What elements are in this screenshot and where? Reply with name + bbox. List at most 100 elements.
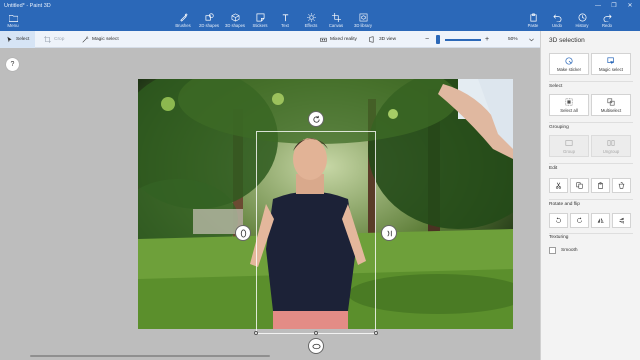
flip-horizontal-button[interactable] bbox=[591, 213, 610, 228]
horizontal-scrollbar[interactable] bbox=[30, 355, 270, 357]
mixed-reality-button[interactable]: Mixed reality bbox=[320, 31, 357, 48]
close-button[interactable]: ✕ bbox=[622, 0, 638, 11]
3d-view-label: 3D view bbox=[379, 37, 397, 42]
redo-button[interactable]: Redo bbox=[594, 13, 620, 30]
tool-label: Undo bbox=[551, 23, 562, 28]
3d-view-icon bbox=[369, 36, 374, 43]
zoom-dropdown-icon[interactable] bbox=[528, 31, 538, 48]
zoom-out-button[interactable]: − bbox=[425, 31, 429, 48]
rotate-z-handle[interactable] bbox=[308, 111, 324, 127]
tool-2d-shapes[interactable]: 2D shapes bbox=[196, 13, 222, 30]
smooth-label: Smooth bbox=[561, 248, 578, 253]
stickers-icon bbox=[256, 13, 264, 22]
tool-label: Redo bbox=[601, 23, 612, 28]
tool-brushes[interactable]: Brushes bbox=[170, 13, 196, 30]
zoom-slider-thumb[interactable] bbox=[436, 35, 440, 44]
zoom-in-button[interactable]: + bbox=[485, 31, 489, 48]
delete-button[interactable] bbox=[612, 178, 631, 193]
group-button[interactable]: Group bbox=[549, 135, 589, 157]
tool-canvas[interactable]: Canvas bbox=[323, 13, 349, 30]
texturing-section-title: Texturing bbox=[549, 235, 569, 240]
effects-icon bbox=[306, 13, 316, 22]
ribbon: Untitled* - Paint 3D — ❐ ✕ Menu Brushes … bbox=[0, 0, 640, 31]
undo-button[interactable]: Undo bbox=[544, 13, 570, 30]
tool-effects[interactable]: Effects bbox=[298, 13, 324, 30]
select-all-icon bbox=[565, 98, 573, 105]
zoom-slider[interactable] bbox=[445, 39, 481, 41]
rotate-right-icon bbox=[577, 217, 582, 223]
paste-icon bbox=[529, 13, 537, 22]
tool-label: Text bbox=[281, 23, 289, 28]
rotate-x-icon bbox=[386, 229, 392, 237]
depth-handle[interactable] bbox=[308, 338, 324, 354]
history-button[interactable]: History bbox=[569, 13, 595, 30]
rotate-section-title: Rotate and flip bbox=[549, 202, 580, 207]
edit-section-title: Edit bbox=[549, 166, 558, 171]
rotate-y-icon bbox=[240, 228, 246, 238]
canvas-icon bbox=[331, 13, 341, 22]
rotate-y-handle[interactable] bbox=[235, 225, 251, 241]
crop-button[interactable]: Crop bbox=[44, 31, 64, 48]
tool-label: Effects bbox=[304, 23, 318, 28]
rotate-right-button[interactable] bbox=[570, 213, 589, 228]
divider bbox=[549, 163, 633, 164]
paste-panel-button[interactable] bbox=[591, 178, 610, 193]
3d-shapes-icon bbox=[231, 13, 239, 22]
ungroup-label: Ungroup bbox=[602, 148, 620, 154]
folder-icon bbox=[8, 14, 18, 22]
tool-label: Canvas bbox=[328, 23, 344, 28]
cut-button[interactable] bbox=[549, 178, 568, 193]
ungroup-button[interactable]: Ungroup bbox=[591, 135, 631, 157]
magic-select-panel-button[interactable]: Magic select bbox=[591, 53, 631, 75]
sticker-icon bbox=[565, 56, 573, 65]
tool-text[interactable]: Text bbox=[272, 13, 298, 30]
mixed-reality-icon bbox=[320, 37, 327, 42]
rotate-x-handle[interactable] bbox=[381, 225, 397, 241]
smooth-checkbox[interactable] bbox=[549, 247, 556, 254]
magic-select-icon bbox=[607, 56, 615, 64]
tool-3d-library[interactable]: 3D library bbox=[350, 13, 376, 30]
trash-icon bbox=[618, 182, 625, 189]
multiselect-label: Multiselect bbox=[600, 107, 622, 113]
paste-button[interactable]: Paste bbox=[520, 13, 546, 30]
help-button[interactable]: ? bbox=[6, 58, 19, 71]
rotate-left-button[interactable] bbox=[549, 213, 568, 228]
minimize-button[interactable]: — bbox=[590, 0, 606, 11]
tool-stickers[interactable]: Stickers bbox=[247, 13, 273, 30]
select-all-button[interactable]: Select all bbox=[549, 94, 589, 116]
make-sticker-button[interactable]: Make sticker bbox=[549, 53, 589, 75]
window-title: Untitled* - Paint 3D bbox=[4, 3, 51, 9]
3d-selection-box[interactable] bbox=[256, 131, 376, 334]
side-panel: 3D selection Make sticker Magic select S… bbox=[540, 31, 640, 360]
scissors-icon bbox=[555, 182, 562, 189]
resize-handle-br[interactable] bbox=[374, 331, 378, 335]
select-tool-button[interactable]: Select bbox=[0, 31, 36, 48]
menu-button[interactable]: Menu bbox=[0, 11, 26, 31]
multiselect-icon bbox=[607, 97, 615, 106]
magic-select-icon bbox=[82, 36, 89, 43]
tool-3d-shapes[interactable]: 3D shapes bbox=[222, 13, 248, 30]
tool-label: History bbox=[575, 23, 589, 28]
magic-select-button[interactable]: Magic select bbox=[82, 31, 119, 48]
maximize-button[interactable]: ❐ bbox=[606, 0, 622, 11]
3d-view-button[interactable]: 3D view bbox=[369, 31, 396, 48]
tool-label: Brushes bbox=[175, 23, 191, 28]
select-all-label: Select all bbox=[560, 107, 578, 113]
flip-vertical-icon bbox=[619, 217, 624, 224]
history-icon bbox=[578, 13, 586, 22]
undo-icon bbox=[552, 14, 561, 22]
brush-icon bbox=[179, 13, 188, 22]
crop-icon bbox=[44, 36, 51, 43]
panel-title: 3D selection bbox=[549, 37, 585, 44]
flip-vertical-button[interactable] bbox=[612, 213, 631, 228]
magic-select-label: Magic select bbox=[92, 37, 119, 42]
multiselect-button[interactable]: Multiselect bbox=[591, 94, 631, 116]
copy-button[interactable] bbox=[570, 178, 589, 193]
divider bbox=[549, 81, 633, 82]
group-label: Group bbox=[563, 148, 575, 154]
resize-handle-bottom[interactable] bbox=[314, 331, 318, 335]
resize-handle-bl[interactable] bbox=[254, 331, 258, 335]
grouping-section-title: Grouping bbox=[549, 125, 569, 130]
group-icon bbox=[565, 139, 573, 146]
divider bbox=[549, 233, 633, 234]
